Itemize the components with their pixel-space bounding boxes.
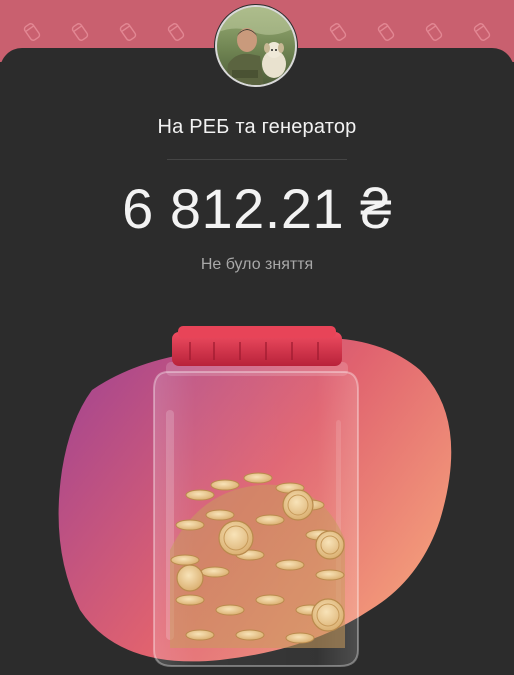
withdrawal-status: Не було зняття: [200, 256, 314, 273]
jar-title: На РЕБ та генератор: [157, 116, 357, 138]
coin-jar-illustration: [58, 326, 452, 667]
avatar: [214, 4, 298, 88]
jar-page: На РЕБ та генератор 6 812.21 ₴ Не було з…: [0, 0, 514, 675]
divider: [167, 159, 347, 160]
jar-balance: 6 812.21 ₴: [122, 177, 392, 240]
avatar-photo: [215, 5, 297, 87]
